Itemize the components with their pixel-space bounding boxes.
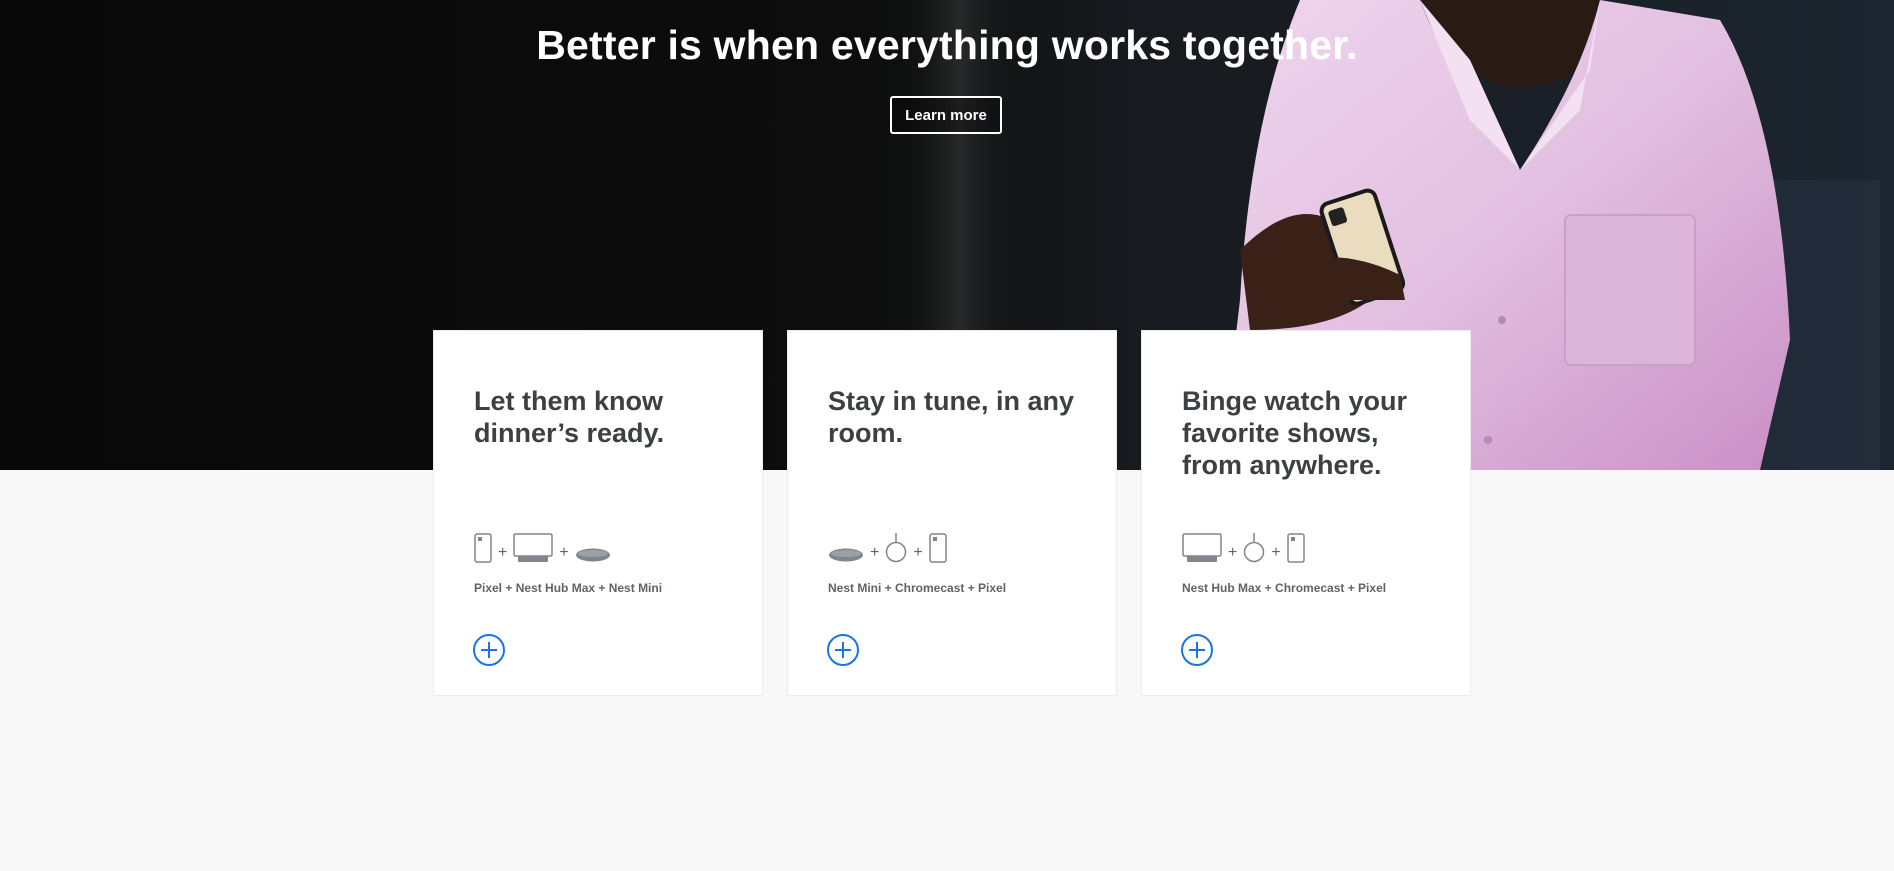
expand-plus-icon[interactable] (826, 633, 860, 667)
nest-hub-max-icon (513, 533, 554, 562)
plus-sign: + (1228, 544, 1238, 561)
device-icons-row: + + (474, 531, 611, 563)
page: Better is when everything works together… (0, 0, 1894, 871)
plus-sign: + (913, 544, 923, 561)
plus-sign: + (559, 544, 569, 561)
nest-hub-max-icon (1182, 533, 1222, 562)
feature-card-music[interactable]: Stay in tune, in any room. + + Nest Mini… (787, 330, 1117, 696)
card-products: Nest Mini + Chromecast + Pixel (828, 581, 1007, 595)
pixel-phone-icon (474, 533, 492, 563)
card-title: Binge watch your favorite shows, from an… (1182, 386, 1408, 480)
feature-cards: Let them know dinner’s ready. + + Pixel … (433, 330, 1471, 696)
card-products: Nest Hub Max + Chromecast + Pixel (1182, 581, 1387, 595)
nest-mini-icon (829, 548, 863, 562)
nest-mini-icon (575, 548, 610, 562)
chromecast-icon (886, 533, 907, 563)
card-products: Pixel + Nest Hub Max + Nest Mini (474, 581, 663, 595)
chromecast-icon (1244, 533, 1265, 563)
expand-plus-icon[interactable] (472, 633, 506, 667)
feature-card-dinner[interactable]: Let them know dinner’s ready. + + Pixel … (433, 330, 763, 696)
hero-title: Better is when everything works together… (536, 22, 1358, 68)
pixel-phone-icon (1286, 533, 1305, 563)
device-icons-row: + + (828, 531, 947, 563)
plus-sign: + (498, 544, 508, 561)
card-title: Stay in tune, in any room. (828, 386, 1075, 448)
expand-plus-icon[interactable] (1180, 633, 1214, 667)
learn-more-button[interactable]: Learn more (890, 96, 1002, 134)
pixel-phone-icon (928, 533, 947, 563)
device-icons-row: + + (1182, 531, 1305, 563)
plus-sign: + (870, 544, 880, 561)
card-title: Let them know dinner’s ready. (474, 386, 665, 448)
plus-sign: + (1271, 544, 1281, 561)
feature-card-binge-watch[interactable]: Binge watch your favorite shows, from an… (1141, 330, 1471, 696)
